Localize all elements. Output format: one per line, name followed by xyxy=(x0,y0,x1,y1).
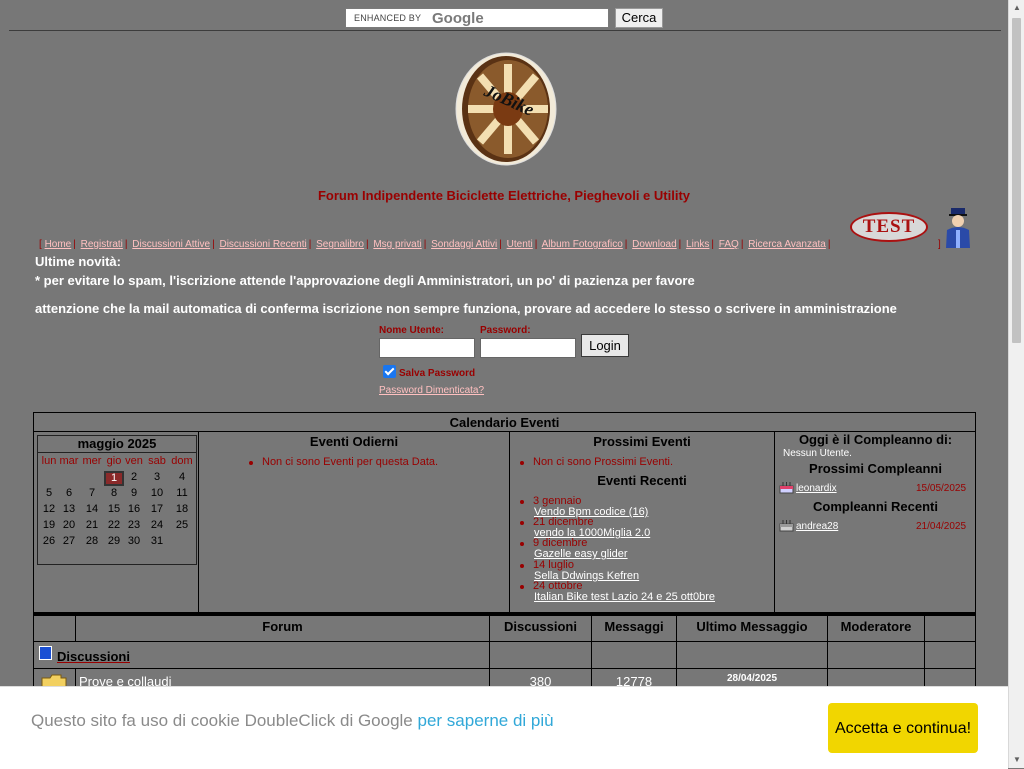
nav-members[interactable]: Utenti xyxy=(507,239,533,250)
nav-private-messages[interactable]: Msg privati xyxy=(373,239,421,250)
search-input[interactable]: ENHANCED BY Google xyxy=(345,8,609,28)
nav-register[interactable]: Registrati xyxy=(81,239,123,250)
username-label: Nome Utente: xyxy=(379,325,445,336)
news-title: Ultime novità: xyxy=(35,254,121,269)
recent-event-link[interactable]: Italian Bike test Lazio 24 e 25 ott0bre xyxy=(534,591,715,603)
nav-faq[interactable]: FAQ xyxy=(719,239,739,250)
mini-calendar: maggio 2025 lun mar mer gio ven sab dom … xyxy=(37,435,197,565)
cookie-accept-button[interactable]: Accetta e continua! xyxy=(828,703,978,753)
col-posts: Messaggi xyxy=(604,619,664,634)
recent-birthday-user-link[interactable]: andrea28 xyxy=(796,521,838,532)
next-events-empty: Non ci sono Prossimi Eventi. xyxy=(533,456,673,468)
search-button[interactable]: Cerca xyxy=(615,8,663,28)
cookie-message: Questo sito fa uso di cookie DoubleClick… xyxy=(31,711,554,730)
birthday-cake-icon xyxy=(779,518,794,532)
today-events-empty: Non ci sono Eventi per questa Data. xyxy=(262,456,439,468)
password-label: Password: xyxy=(480,325,531,336)
news-line-1: * per evitare lo spam, l'iscrizione atte… xyxy=(35,273,695,288)
test-badge[interactable]: TEST xyxy=(850,212,928,242)
nav-recent-topics[interactable]: Discussioni Recenti xyxy=(219,239,306,250)
category-link[interactable]: Discussioni xyxy=(57,649,130,664)
scroll-down-icon[interactable]: ▼ xyxy=(1009,752,1024,768)
jobike-logo[interactable]: JoBike xyxy=(455,52,557,171)
birthday-cake-icon xyxy=(779,480,794,494)
forgot-password-link[interactable]: Password Dimenticata? xyxy=(379,385,484,396)
main-nav: [ Home | Registrati | Discussioni Attive | … xyxy=(39,239,831,250)
recent-events-title: Eventi Recenti xyxy=(597,473,687,488)
calendar-title: Calendario Eventi xyxy=(34,413,975,432)
next-events-title: Prossimi Eventi xyxy=(593,434,691,449)
today-events-title: Eventi Odierni xyxy=(309,434,399,449)
nav-active-polls[interactable]: Sondaggi Attivi xyxy=(431,239,497,250)
cookie-more-info-link[interactable]: per saperne di più xyxy=(418,711,554,730)
news-line-2: attenzione che la mail automatica di con… xyxy=(35,301,897,316)
calendar-today[interactable]: 1 xyxy=(104,471,124,486)
events-calendar: Calendario Eventi maggio 2025 lun mar me… xyxy=(33,412,976,613)
police-mascot-icon[interactable] xyxy=(944,206,972,255)
login-button[interactable]: Login xyxy=(581,334,629,357)
nav-close-bracket: ] xyxy=(938,239,941,250)
scroll-up-icon[interactable]: ▲ xyxy=(1009,0,1024,16)
birthday-today-title: Oggi è il Compleanno di: xyxy=(798,432,953,447)
col-topics: Discussioni xyxy=(504,619,577,634)
birthday-today-empty: Nessun Utente. xyxy=(783,448,852,459)
forum-last-post-date: 28/04/2025 xyxy=(726,673,778,684)
col-last-post: Ultimo Messaggio xyxy=(696,619,808,634)
search-brand-prefix: ENHANCED BY xyxy=(354,13,422,23)
month-label[interactable]: maggio 2025 xyxy=(38,436,196,453)
header-divider xyxy=(9,30,1001,31)
scrollbar-thumb[interactable] xyxy=(1012,18,1021,343)
username-field[interactable] xyxy=(379,338,475,358)
nav-bookmarks[interactable]: Segnalibro xyxy=(316,239,364,250)
col-forum: Forum xyxy=(262,619,303,634)
col-moderator: Moderatore xyxy=(840,619,912,634)
recent-birthdays-title: Compleanni Recenti xyxy=(813,499,938,514)
nav-links[interactable]: Links xyxy=(686,239,709,250)
nav-photo-album[interactable]: Album Fotografico xyxy=(542,239,623,250)
vertical-scrollbar[interactable]: ▲ ▼ xyxy=(1008,0,1024,768)
nav-home[interactable]: Home xyxy=(45,239,72,250)
next-birthdays-title: Prossimi Compleanni xyxy=(809,461,942,476)
nav-active-topics[interactable]: Discussioni Attive xyxy=(132,239,210,250)
recent-birthday-date: 21/04/2025 xyxy=(916,521,967,532)
next-birthday-user-link[interactable]: leonardix xyxy=(796,483,837,494)
remember-password-label: Salva Password xyxy=(399,368,476,379)
nav-advanced-search[interactable]: Ricerca Avanzata xyxy=(748,239,826,250)
page: ENHANCED BY Google Cerca JoBike Forum In… xyxy=(0,0,1008,769)
category-icon xyxy=(39,646,52,660)
google-logo: Google xyxy=(432,10,484,27)
site-tagline: Forum Indipendente Biciclette Elettriche… xyxy=(317,188,691,203)
cookie-banner: Questo sito fa uso di cookie DoubleClick… xyxy=(0,686,1008,769)
nav-download[interactable]: Download xyxy=(632,239,676,250)
next-birthday-date: 15/05/2025 xyxy=(916,483,967,494)
remember-password-checkbox[interactable] xyxy=(383,365,396,378)
password-field[interactable] xyxy=(480,338,576,358)
